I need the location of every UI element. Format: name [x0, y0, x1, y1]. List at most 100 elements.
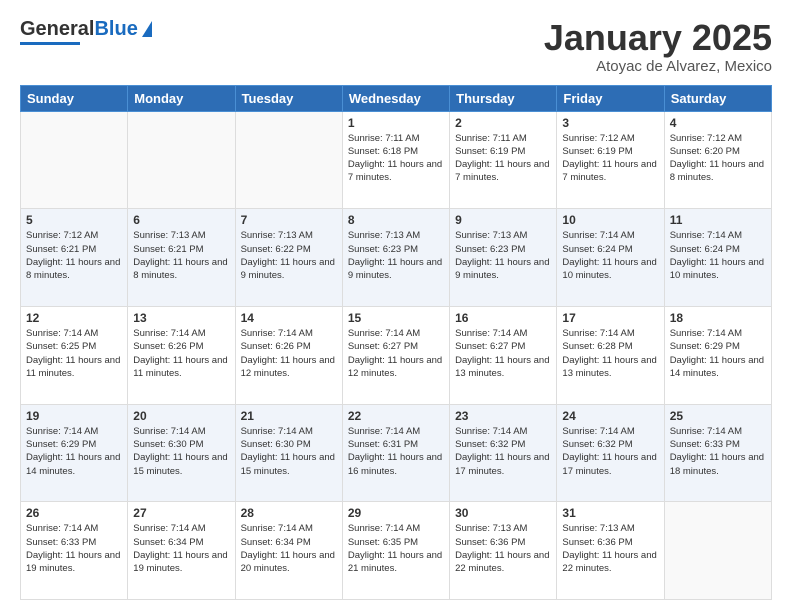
header-monday: Monday [128, 85, 235, 111]
day-cell-0-2 [235, 111, 342, 209]
day-info-30: Sunrise: 7:13 AM Sunset: 6:36 PM Dayligh… [455, 522, 551, 575]
day-number-6: 6 [133, 213, 229, 227]
day-cell-2-1: 13 Sunrise: 7:14 AM Sunset: 6:26 PM Dayli… [128, 306, 235, 404]
day-number-15: 15 [348, 311, 444, 325]
day-number-31: 31 [562, 506, 658, 520]
day-cell-3-3: 22 Sunrise: 7:14 AM Sunset: 6:31 PM Dayli… [342, 404, 449, 502]
day-info-20: Sunrise: 7:14 AM Sunset: 6:30 PM Dayligh… [133, 425, 229, 478]
day-cell-4-6 [664, 502, 771, 600]
day-number-12: 12 [26, 311, 122, 325]
day-number-23: 23 [455, 409, 551, 423]
week-row-5: 26 Sunrise: 7:14 AM Sunset: 6:33 PM Dayli… [21, 502, 772, 600]
day-number-14: 14 [241, 311, 337, 325]
day-number-21: 21 [241, 409, 337, 423]
day-info-17: Sunrise: 7:14 AM Sunset: 6:28 PM Dayligh… [562, 327, 658, 380]
day-info-14: Sunrise: 7:14 AM Sunset: 6:26 PM Dayligh… [241, 327, 337, 380]
day-number-3: 3 [562, 116, 658, 130]
page: GeneralBlue January 2025 Atoyac de Alvar… [0, 0, 792, 612]
day-cell-4-1: 27 Sunrise: 7:14 AM Sunset: 6:34 PM Dayli… [128, 502, 235, 600]
weekday-header-row: Sunday Monday Tuesday Wednesday Thursday… [21, 85, 772, 111]
day-number-11: 11 [670, 213, 766, 227]
day-info-12: Sunrise: 7:14 AM Sunset: 6:25 PM Dayligh… [26, 327, 122, 380]
day-cell-0-3: 1 Sunrise: 7:11 AM Sunset: 6:18 PM Daylig… [342, 111, 449, 209]
day-info-29: Sunrise: 7:14 AM Sunset: 6:35 PM Dayligh… [348, 522, 444, 575]
day-info-26: Sunrise: 7:14 AM Sunset: 6:33 PM Dayligh… [26, 522, 122, 575]
day-cell-0-6: 4 Sunrise: 7:12 AM Sunset: 6:20 PM Daylig… [664, 111, 771, 209]
day-info-8: Sunrise: 7:13 AM Sunset: 6:23 PM Dayligh… [348, 229, 444, 282]
day-number-1: 1 [348, 116, 444, 130]
day-number-8: 8 [348, 213, 444, 227]
day-number-27: 27 [133, 506, 229, 520]
day-cell-4-5: 31 Sunrise: 7:13 AM Sunset: 6:36 PM Dayli… [557, 502, 664, 600]
day-cell-2-4: 16Sunrise: 7:14 AM Sunset: 6:27 PM Dayli… [450, 306, 557, 404]
day-number-25: 25 [670, 409, 766, 423]
day-cell-3-6: 25 Sunrise: 7:14 AM Sunset: 6:33 PM Dayli… [664, 404, 771, 502]
day-number-10: 10 [562, 213, 658, 227]
header-wednesday: Wednesday [342, 85, 449, 111]
day-info-13: Sunrise: 7:14 AM Sunset: 6:26 PM Dayligh… [133, 327, 229, 380]
day-cell-0-0 [21, 111, 128, 209]
day-cell-3-0: 19Sunrise: 7:14 AM Sunset: 6:29 PM Dayli… [21, 404, 128, 502]
day-cell-2-6: 18 Sunrise: 7:14 AM Sunset: 6:29 PM Dayli… [664, 306, 771, 404]
day-number-9: 9 [455, 213, 551, 227]
day-number-22: 22 [348, 409, 444, 423]
day-info-24: Sunrise: 7:14 AM Sunset: 6:32 PM Dayligh… [562, 425, 658, 478]
day-cell-3-2: 21 Sunrise: 7:14 AM Sunset: 6:30 PM Dayli… [235, 404, 342, 502]
week-row-1: 1 Sunrise: 7:11 AM Sunset: 6:18 PM Daylig… [21, 111, 772, 209]
day-info-10: Sunrise: 7:14 AM Sunset: 6:24 PM Dayligh… [562, 229, 658, 282]
day-cell-3-1: 20 Sunrise: 7:14 AM Sunset: 6:30 PM Dayli… [128, 404, 235, 502]
day-cell-0-4: 2 Sunrise: 7:11 AM Sunset: 6:19 PM Daylig… [450, 111, 557, 209]
day-info-16: Sunrise: 7:14 AM Sunset: 6:27 PM Dayligh… [455, 327, 551, 380]
day-number-26: 26 [26, 506, 122, 520]
day-info-28: Sunrise: 7:14 AM Sunset: 6:34 PM Dayligh… [241, 522, 337, 575]
day-cell-1-0: 5Sunrise: 7:12 AM Sunset: 6:21 PM Daylig… [21, 209, 128, 307]
day-info-18: Sunrise: 7:14 AM Sunset: 6:29 PM Dayligh… [670, 327, 766, 380]
title-block: January 2025 Atoyac de Alvarez, Mexico [544, 18, 772, 75]
day-cell-2-0: 12 Sunrise: 7:14 AM Sunset: 6:25 PM Dayli… [21, 306, 128, 404]
day-info-2: Sunrise: 7:11 AM Sunset: 6:19 PM Dayligh… [455, 132, 551, 185]
day-info-3: Sunrise: 7:12 AM Sunset: 6:19 PM Dayligh… [562, 132, 658, 185]
week-row-4: 19Sunrise: 7:14 AM Sunset: 6:29 PM Dayli… [21, 404, 772, 502]
day-info-25: Sunrise: 7:14 AM Sunset: 6:33 PM Dayligh… [670, 425, 766, 478]
week-row-2: 5Sunrise: 7:12 AM Sunset: 6:21 PM Daylig… [21, 209, 772, 307]
day-number-4: 4 [670, 116, 766, 130]
day-info-9: Sunrise: 7:13 AM Sunset: 6:23 PM Dayligh… [455, 229, 551, 282]
day-cell-1-6: 11Sunrise: 7:14 AM Sunset: 6:24 PM Dayli… [664, 209, 771, 307]
header: GeneralBlue January 2025 Atoyac de Alvar… [20, 18, 772, 75]
day-number-13: 13 [133, 311, 229, 325]
logo-triangle-icon [142, 21, 152, 37]
day-number-24: 24 [562, 409, 658, 423]
calendar-location: Atoyac de Alvarez, Mexico [544, 58, 772, 75]
calendar-table: Sunday Monday Tuesday Wednesday Thursday… [20, 85, 772, 600]
day-cell-2-2: 14 Sunrise: 7:14 AM Sunset: 6:26 PM Dayli… [235, 306, 342, 404]
header-saturday: Saturday [664, 85, 771, 111]
day-info-15: Sunrise: 7:14 AM Sunset: 6:27 PM Dayligh… [348, 327, 444, 380]
day-cell-2-3: 15 Sunrise: 7:14 AM Sunset: 6:27 PM Dayli… [342, 306, 449, 404]
day-cell-1-3: 8 Sunrise: 7:13 AM Sunset: 6:23 PM Daylig… [342, 209, 449, 307]
day-info-23: Sunrise: 7:14 AM Sunset: 6:32 PM Dayligh… [455, 425, 551, 478]
calendar-title: January 2025 [544, 18, 772, 58]
logo-general-text: General [20, 18, 94, 40]
day-info-4: Sunrise: 7:12 AM Sunset: 6:20 PM Dayligh… [670, 132, 766, 185]
day-info-21: Sunrise: 7:14 AM Sunset: 6:30 PM Dayligh… [241, 425, 337, 478]
day-cell-1-5: 10 Sunrise: 7:14 AM Sunset: 6:24 PM Dayli… [557, 209, 664, 307]
day-cell-1-4: 9 Sunrise: 7:13 AM Sunset: 6:23 PM Daylig… [450, 209, 557, 307]
day-number-2: 2 [455, 116, 551, 130]
logo-underline [20, 42, 80, 45]
day-info-1: Sunrise: 7:11 AM Sunset: 6:18 PM Dayligh… [348, 132, 444, 185]
day-number-19: 19 [26, 409, 122, 423]
week-row-3: 12 Sunrise: 7:14 AM Sunset: 6:25 PM Dayli… [21, 306, 772, 404]
day-cell-2-5: 17Sunrise: 7:14 AM Sunset: 6:28 PM Dayli… [557, 306, 664, 404]
header-sunday: Sunday [21, 85, 128, 111]
day-cell-3-4: 23 Sunrise: 7:14 AM Sunset: 6:32 PM Dayli… [450, 404, 557, 502]
day-info-27: Sunrise: 7:14 AM Sunset: 6:34 PM Dayligh… [133, 522, 229, 575]
day-info-22: Sunrise: 7:14 AM Sunset: 6:31 PM Dayligh… [348, 425, 444, 478]
day-info-31: Sunrise: 7:13 AM Sunset: 6:36 PM Dayligh… [562, 522, 658, 575]
day-number-18: 18 [670, 311, 766, 325]
header-friday: Friday [557, 85, 664, 111]
day-info-7: Sunrise: 7:13 AM Sunset: 6:22 PM Dayligh… [241, 229, 337, 282]
day-number-20: 20 [133, 409, 229, 423]
day-number-7: 7 [241, 213, 337, 227]
day-cell-0-1 [128, 111, 235, 209]
day-number-30: 30 [455, 506, 551, 520]
